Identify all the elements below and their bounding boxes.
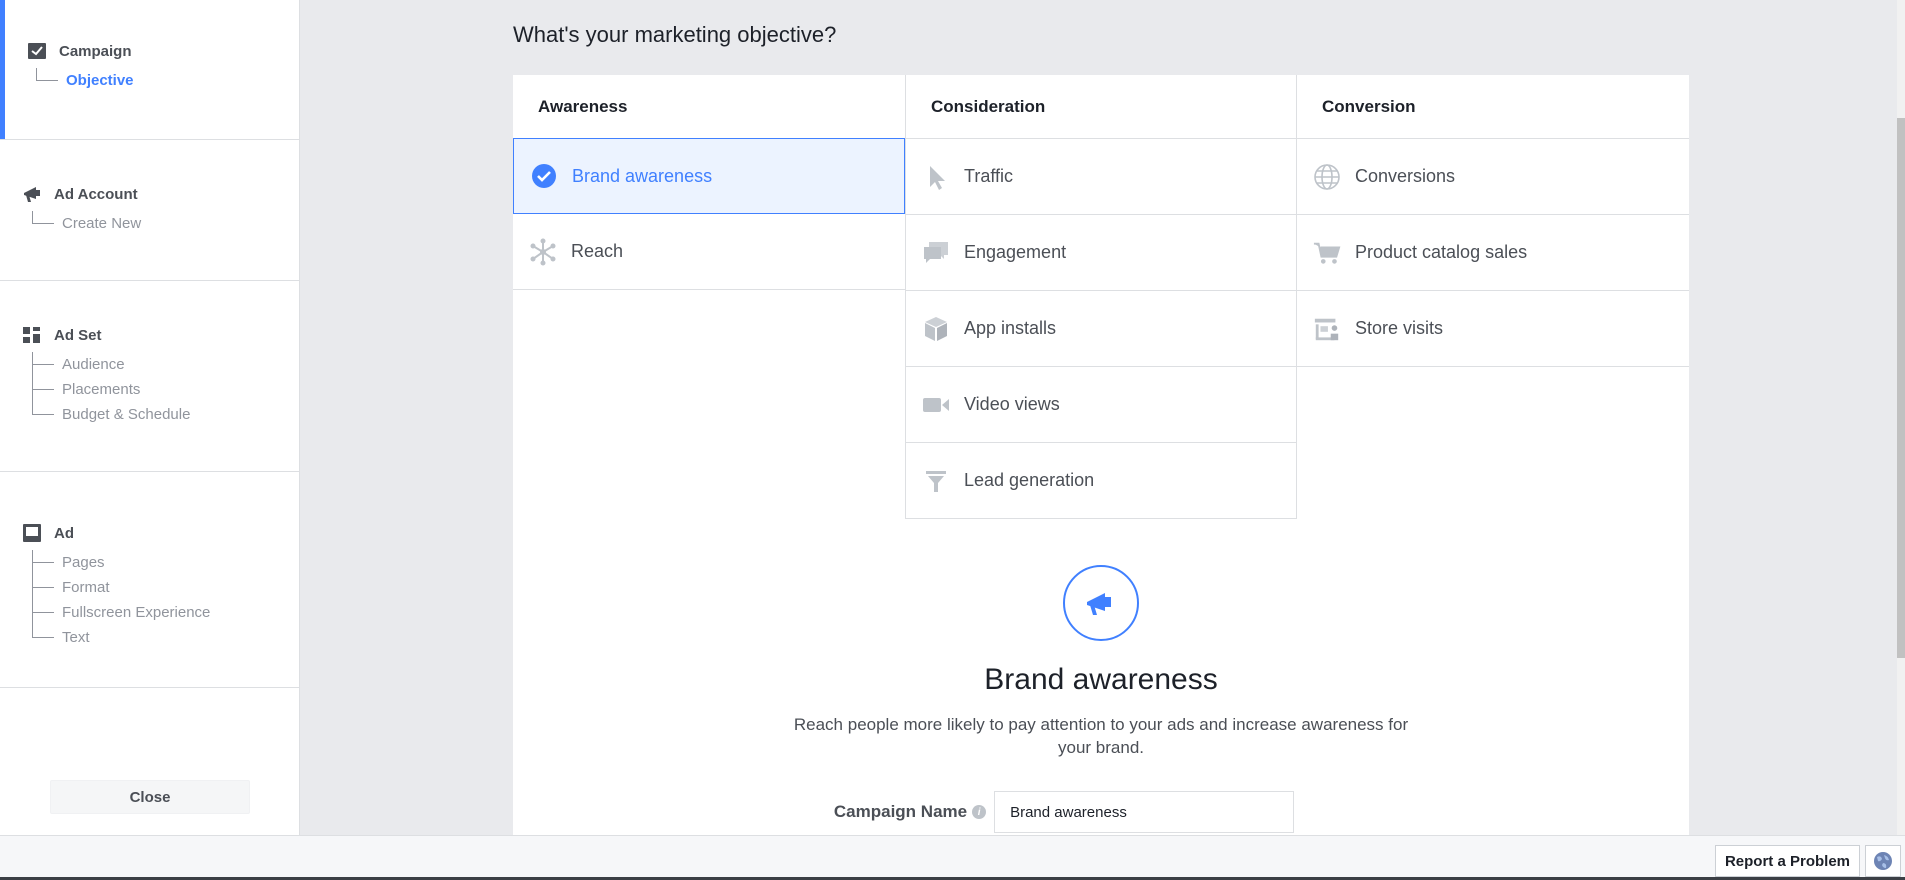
objective-store-visits[interactable]: Store visits xyxy=(1297,291,1689,367)
objective-lead-generation[interactable]: Lead generation xyxy=(906,443,1296,519)
sidebar: Campaign Objective Ad Account Create New… xyxy=(0,0,300,835)
language-globe-button[interactable] xyxy=(1865,845,1901,877)
column-header: Conversion xyxy=(1297,75,1689,139)
column-conversion: Conversion Conversions Product catalog s… xyxy=(1297,75,1689,367)
info-icon[interactable]: i xyxy=(972,805,987,819)
video-camera-icon xyxy=(922,391,950,419)
objective-label: Engagement xyxy=(964,242,1067,262)
sidebar-item-text[interactable]: Text xyxy=(32,625,299,650)
chat-bubbles-icon xyxy=(922,239,950,267)
sidebar-item-objective[interactable]: Objective xyxy=(36,68,299,93)
column-consideration: Consideration Traffic Engagement App ins… xyxy=(905,75,1297,519)
sidebar-item-fullscreen-experience[interactable]: Fullscreen Experience xyxy=(32,600,299,625)
objective-product-catalog-sales[interactable]: Product catalog sales xyxy=(1297,215,1689,291)
objective-label: Video views xyxy=(964,394,1060,414)
globe-icon xyxy=(1874,852,1892,870)
campaign-name-label: Campaign Name i xyxy=(833,802,987,822)
grid-icon xyxy=(22,325,42,345)
objective-conversions[interactable]: Conversions xyxy=(1297,139,1689,215)
sidebar-item-ad[interactable]: Ad xyxy=(22,522,299,544)
objective-app-installs[interactable]: App installs xyxy=(906,291,1296,367)
objective-reach[interactable]: Reach xyxy=(513,214,905,290)
sidebar-item-campaign[interactable]: Campaign xyxy=(27,40,299,62)
box-icon xyxy=(922,315,950,343)
close-button[interactable]: Close xyxy=(50,780,250,814)
objective-brand-awareness[interactable]: Brand awareness xyxy=(513,138,905,214)
megaphone-icon xyxy=(22,184,42,204)
sidebar-section-title: Ad xyxy=(54,524,74,542)
scrollbar-thumb[interactable] xyxy=(1897,118,1905,658)
objective-label: Product catalog sales xyxy=(1355,242,1528,262)
ad-preview-icon xyxy=(22,523,42,543)
sidebar-item-create-new[interactable]: Create New xyxy=(32,211,299,236)
reach-icon xyxy=(529,238,557,266)
footer-bar: Report a Problem xyxy=(0,835,1905,880)
objective-label: App installs xyxy=(964,318,1057,338)
objective-label: Reach xyxy=(571,241,624,261)
sidebar-item-audience[interactable]: Audience xyxy=(32,352,299,377)
cart-icon xyxy=(1313,239,1341,267)
sidebar-section-title: Ad Account xyxy=(54,185,138,203)
objective-traffic[interactable]: Traffic xyxy=(906,139,1296,215)
objective-engagement[interactable]: Engagement xyxy=(906,215,1296,291)
sidebar-section-ad-account: Ad Account Create New xyxy=(0,140,299,281)
sidebar-section-campaign: Campaign Objective xyxy=(0,0,299,140)
cursor-icon xyxy=(922,163,950,191)
detail-title: Brand awareness xyxy=(984,663,1218,696)
objective-label: Traffic xyxy=(964,166,1014,186)
funnel-icon xyxy=(922,467,950,495)
sidebar-item-format[interactable]: Format xyxy=(32,575,299,600)
sidebar-item-placements[interactable]: Placements xyxy=(32,377,299,402)
objective-label: Store visits xyxy=(1355,318,1444,338)
sidebar-section-title: Ad Set xyxy=(54,326,102,344)
column-header: Awareness xyxy=(513,75,905,139)
objective-label: Brand awareness xyxy=(572,165,713,186)
column-header: Consideration xyxy=(906,75,1296,139)
sidebar-section-title: Campaign xyxy=(59,42,132,60)
check-circle-icon xyxy=(530,162,558,190)
sidebar-section-ad-set: Ad Set Audience Placements Budget & Sche… xyxy=(0,281,299,472)
sidebar-item-ad-account[interactable]: Ad Account xyxy=(22,183,299,205)
sidebar-item-pages[interactable]: Pages xyxy=(32,550,299,575)
sidebar-item-budget-schedule[interactable]: Budget & Schedule xyxy=(32,402,299,427)
campaign-name-label-text: Campaign Name xyxy=(833,802,968,821)
objective-label: Lead generation xyxy=(964,470,1095,490)
report-problem-button[interactable]: Report a Problem xyxy=(1714,845,1860,877)
detail-description: Reach people more likely to pay attentio… xyxy=(793,715,1409,757)
campaign-name-row: Campaign Name i xyxy=(513,791,1689,833)
objective-label: Conversions xyxy=(1355,166,1456,186)
campaign-name-input[interactable] xyxy=(994,791,1295,833)
page-title: What's your marketing objective? xyxy=(513,22,837,47)
sidebar-item-ad-set[interactable]: Ad Set xyxy=(22,324,299,346)
sidebar-section-ad: Ad Pages Format Fullscreen Experience Te… xyxy=(0,472,299,688)
objective-detail: Brand awareness Reach people more likely… xyxy=(513,565,1689,759)
store-icon xyxy=(1313,315,1341,343)
megaphone-icon xyxy=(1063,565,1139,641)
globe-icon xyxy=(1313,163,1341,191)
objective-panel: Awareness Brand awareness Reach Consider… xyxy=(513,75,1689,840)
objective-video-views[interactable]: Video views xyxy=(906,367,1296,443)
scrollbar-track[interactable] xyxy=(1897,0,1905,835)
checkbox-icon xyxy=(27,41,47,61)
column-awareness: Awareness Brand awareness Reach xyxy=(513,75,905,290)
